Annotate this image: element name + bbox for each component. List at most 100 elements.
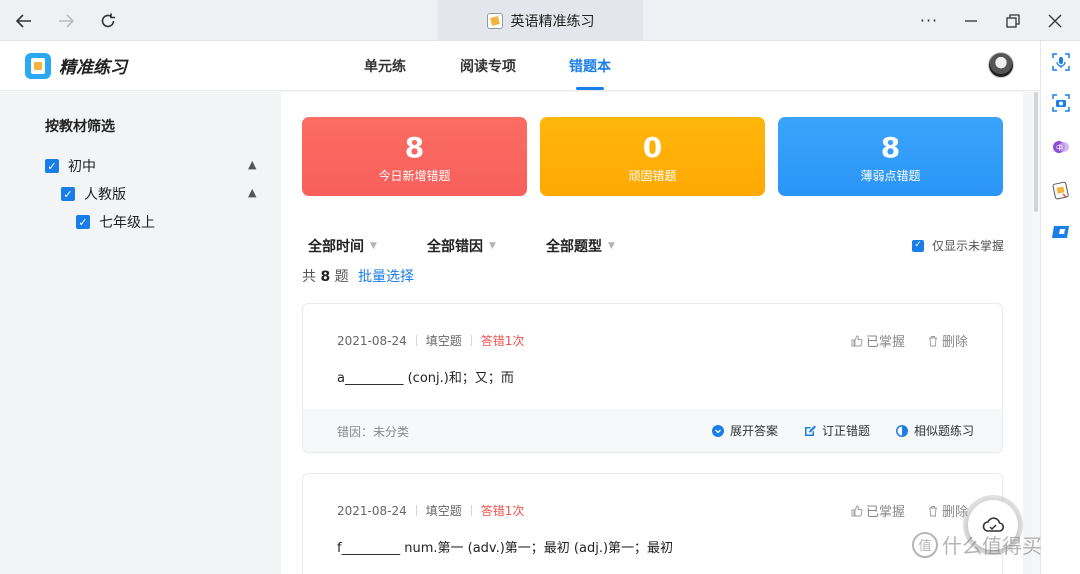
tree-item-label: 七年级上: [99, 215, 155, 231]
mistake-book-content: 8 今日新增错题 0 顽固错题 8 薄弱点错题 全部时间 ▼ 全部错因 ▼ 全部…: [281, 92, 1023, 574]
translate-app-icon[interactable]: 中: [1051, 137, 1071, 157]
type-filter-dropdown[interactable]: 全部题型 ▼: [546, 236, 615, 256]
watermark-text: 什么值得买: [942, 534, 1042, 558]
delete-label: 删除: [941, 505, 968, 520]
expand-circle-icon: [711, 424, 724, 437]
only-unmastered-toggle[interactable]: ✓ 仅显示未掌握: [912, 237, 1004, 254]
tab-unit-practice[interactable]: 单元练: [364, 41, 406, 91]
practice-app-icon[interactable]: [1051, 180, 1071, 200]
checkbox-checked-icon[interactable]: ✓: [912, 239, 924, 252]
app-tab-icon: [486, 12, 503, 29]
window-titlebar: 英语精准练习 ···: [0, 0, 1080, 41]
count-prefix: 共: [302, 269, 316, 285]
similar-practice-label: 相似题练习: [913, 424, 974, 438]
filter-panel-title: 按教材筛选: [45, 119, 115, 135]
count-suffix: 题: [334, 269, 349, 285]
scrollbar-thumb[interactable]: [1034, 92, 1038, 212]
app-logo-icon: [25, 53, 51, 79]
card-actions: 已掌握 删除: [851, 501, 968, 520]
voice-search-icon[interactable]: [1051, 52, 1071, 72]
similar-practice-button[interactable]: 相似题练习: [895, 422, 974, 439]
card-wrong-count: 答错1次: [480, 504, 525, 518]
time-filter-dropdown[interactable]: 全部时间 ▼: [308, 236, 377, 256]
stat-card-today-new[interactable]: 8 今日新增错题: [302, 117, 527, 196]
restore-icon[interactable]: [993, 0, 1033, 41]
window-title-tab: 英语精准练习: [438, 0, 643, 41]
forward-icon[interactable]: [46, 0, 86, 41]
correct-mistake-button[interactable]: 订正错题: [804, 422, 870, 439]
delete-button[interactable]: 删除: [927, 331, 968, 350]
checkbox-checked-icon[interactable]: ✓: [45, 159, 59, 173]
window-title: 英语精准练习: [510, 13, 595, 30]
total-count: 共 8 题: [302, 266, 349, 286]
textbook-filter-panel: 按教材筛选 ✓ 初中 ▲ ✓ 人教版 ▲ ✓ 七年级上: [0, 92, 281, 574]
card-date: 2021-08-24: [337, 503, 407, 518]
browser-side-toolbar: 中: [1040, 41, 1080, 574]
batch-select-link[interactable]: 批量选择: [358, 266, 414, 286]
card-question-type: 填空题: [425, 334, 462, 348]
dropdown-label: 全部错因: [427, 239, 483, 255]
refresh-icon[interactable]: [88, 0, 128, 41]
svg-text:中: 中: [1056, 143, 1063, 152]
similar-questions-icon: [895, 424, 908, 437]
stat-label: 今日新增错题: [378, 169, 451, 183]
edit-icon: [804, 425, 816, 436]
card-footer-actions: 展开答案 订正错题 相似题练习: [711, 422, 974, 439]
tree-item-label: 人教版: [84, 187, 126, 203]
tab-reading[interactable]: 阅读专项: [460, 41, 516, 91]
mark-mastered-button[interactable]: 已掌握: [851, 501, 905, 520]
card-meta: 2021-08-24 填空题 答错1次: [337, 332, 524, 349]
avatar[interactable]: [988, 52, 1014, 78]
dropdown-label: 全部题型: [546, 239, 602, 255]
thumbs-up-icon: [851, 335, 863, 346]
mistake-card: 2021-08-24 填空题 答错1次 已掌握 删除 f_________ nu…: [302, 473, 1003, 574]
app-brand: 精准练习: [59, 58, 127, 78]
content-scrollbar[interactable]: [1032, 92, 1040, 574]
minimize-icon[interactable]: [951, 0, 991, 41]
question-text: a_________ (conj.)和；又；而: [337, 371, 514, 386]
thumbs-up-icon: [851, 505, 863, 516]
question-text: f_________ num.第一 (adv.)第一；最初 (adj.)第一；最…: [337, 541, 674, 556]
card-date: 2021-08-24: [337, 333, 407, 348]
caret-down-icon: ▼: [608, 241, 615, 251]
chevron-up-icon[interactable]: ▲: [248, 186, 256, 199]
camera-search-icon[interactable]: [1051, 93, 1071, 113]
count-value: 8: [320, 269, 331, 285]
mark-mastered-button[interactable]: 已掌握: [851, 331, 905, 350]
delete-label: 删除: [941, 335, 968, 350]
chevron-up-icon[interactable]: ▲: [248, 158, 256, 171]
more-icon[interactable]: ···: [909, 0, 949, 41]
card-actions: 已掌握 删除: [851, 331, 968, 350]
back-icon[interactable]: [4, 0, 44, 41]
dropdown-label: 全部时间: [308, 239, 364, 255]
checkbox-checked-icon[interactable]: ✓: [61, 187, 75, 201]
study-app-icon[interactable]: [1051, 222, 1071, 242]
tree-item-pep[interactable]: ✓ 人教版: [61, 184, 126, 204]
trash-icon: [928, 505, 937, 516]
tab-mistake-book[interactable]: 错题本: [569, 41, 611, 91]
stat-label: 顽固错题: [628, 169, 677, 183]
stat-value: 8: [404, 131, 425, 164]
only-unmastered-label: 仅显示未掌握: [932, 239, 1005, 253]
checkbox-checked-icon[interactable]: ✓: [76, 215, 90, 229]
stat-label: 薄弱点错题: [860, 169, 921, 183]
stat-value: 8: [880, 131, 901, 164]
stat-card-weak-points[interactable]: 8 薄弱点错题: [778, 117, 1003, 196]
card-meta: 2021-08-24 填空题 答错1次: [337, 502, 524, 519]
card-wrong-count: 答错1次: [480, 334, 525, 348]
tree-item-grade7-vol1[interactable]: ✓ 七年级上: [76, 212, 155, 232]
trash-icon: [928, 335, 937, 346]
close-icon[interactable]: [1035, 0, 1075, 41]
card-question-type: 填空题: [425, 504, 462, 518]
tree-item-junior-high[interactable]: ✓ 初中: [45, 156, 96, 176]
delete-button[interactable]: 删除: [927, 501, 968, 520]
stat-card-stubborn[interactable]: 0 顽固错题: [540, 117, 765, 196]
tree-item-label: 初中: [68, 159, 96, 175]
mastered-label: 已掌握: [865, 505, 905, 520]
active-tab-indicator: [576, 87, 604, 90]
watermark-logo: 值: [912, 531, 938, 558]
card-footer: 错因：未分类 展开答案 订正错题 相似题练习: [303, 409, 1002, 452]
mistake-card: 2021-08-24 填空题 答错1次 已掌握 删除 a_________ (c…: [302, 303, 1003, 453]
reason-filter-dropdown[interactable]: 全部错因 ▼: [427, 236, 496, 256]
show-answer-button[interactable]: 展开答案: [711, 422, 778, 439]
